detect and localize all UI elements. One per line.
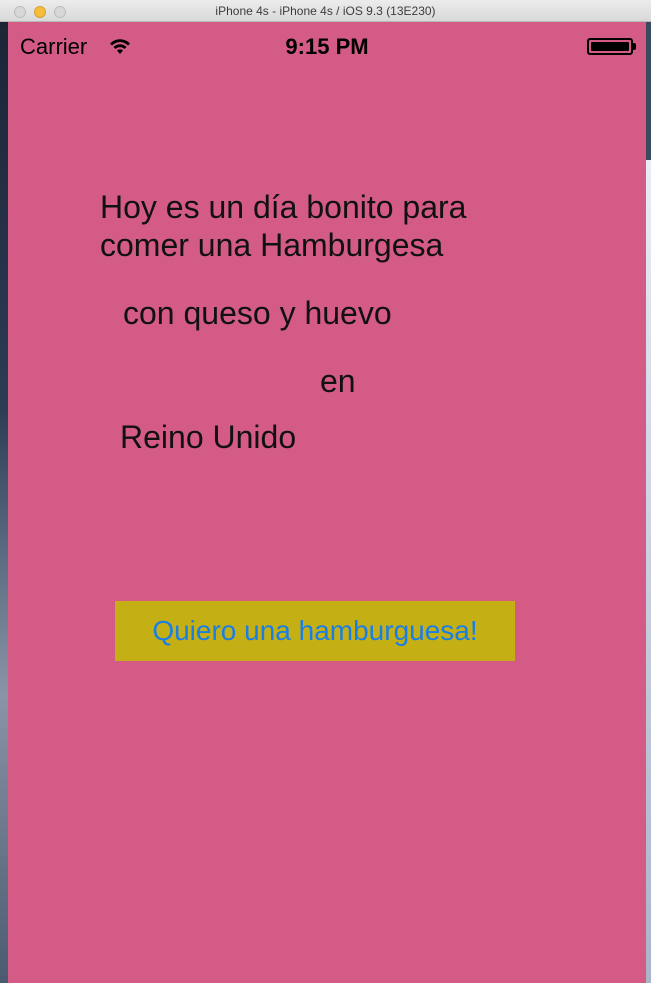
connector-label: en xyxy=(320,363,356,399)
phone-screen: Carrier 9:15 PM Hoy es un día bonito par… xyxy=(8,22,646,983)
simulator-titlebar: iPhone 4s - iPhone 4s / iOS 9.3 (13E230) xyxy=(0,0,651,22)
desktop-background xyxy=(0,22,8,983)
status-bar: Carrier 9:15 PM xyxy=(8,22,646,66)
window-title: iPhone 4s - iPhone 4s / iOS 9.3 (13E230) xyxy=(215,4,436,18)
heading-label: Hoy es un día bonito para comer una Hamb… xyxy=(100,188,466,264)
battery-icon xyxy=(587,38,633,55)
order-hamburger-button[interactable]: Quiero una hamburguesa! xyxy=(115,601,515,661)
battery-level xyxy=(591,42,629,51)
battery-tip xyxy=(633,43,636,50)
heading-line-b: comer una Hamburgesa xyxy=(100,227,444,263)
toppings-label: con queso y huevo xyxy=(123,295,392,331)
status-time: 9:15 PM xyxy=(285,34,369,59)
country-label: Reino Unido xyxy=(120,419,297,455)
heading-line-a: Hoy es un día bonito para xyxy=(100,189,467,225)
